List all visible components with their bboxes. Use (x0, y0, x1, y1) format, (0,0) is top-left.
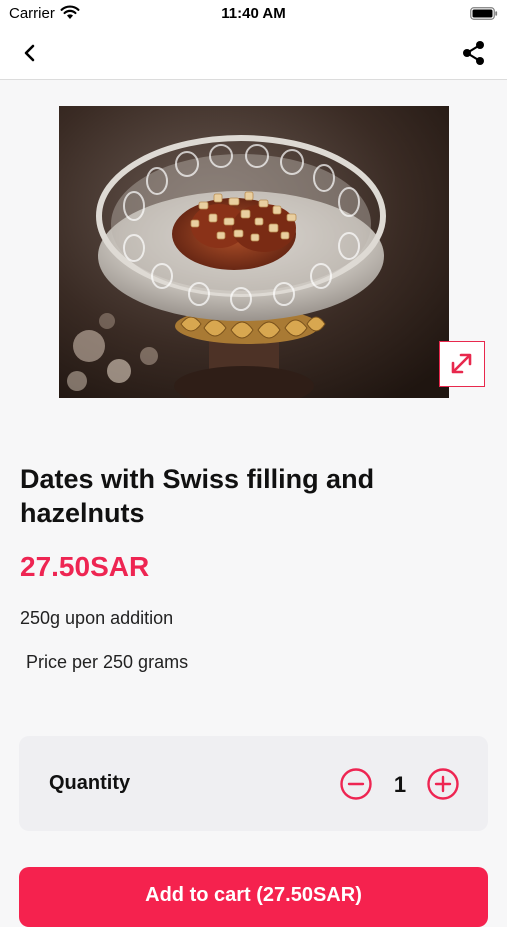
minus-circle-icon[interactable] (339, 767, 373, 801)
product-weight-note: 250g upon addition (20, 608, 174, 628)
product-price-note: Price per 250 grams (26, 652, 189, 672)
plus-circle-icon[interactable] (426, 767, 460, 801)
quantity-label: Quantity (49, 772, 131, 794)
status-bar: Carrier 11:40 AM (0, 0, 507, 28)
product-price: 27.50SAR (20, 551, 150, 582)
chevron-left-icon[interactable] (18, 40, 44, 66)
quantity-value: 1 (393, 772, 407, 797)
quantity-card: Quantity 1 (19, 736, 488, 831)
expand-icon (451, 353, 472, 374)
battery-icon (470, 7, 498, 20)
share-icon[interactable] (459, 38, 487, 68)
product-title: Dates with Swiss filling and hazelnuts (20, 464, 375, 528)
status-time: 11:40 AM (221, 5, 286, 22)
product-photo (59, 106, 449, 398)
add-to-cart-button[interactable]: Add to cart (27.50SAR) (19, 867, 488, 927)
expand-image-button[interactable] (439, 341, 485, 387)
product-image[interactable] (59, 106, 449, 398)
navigation-bar (0, 28, 507, 80)
